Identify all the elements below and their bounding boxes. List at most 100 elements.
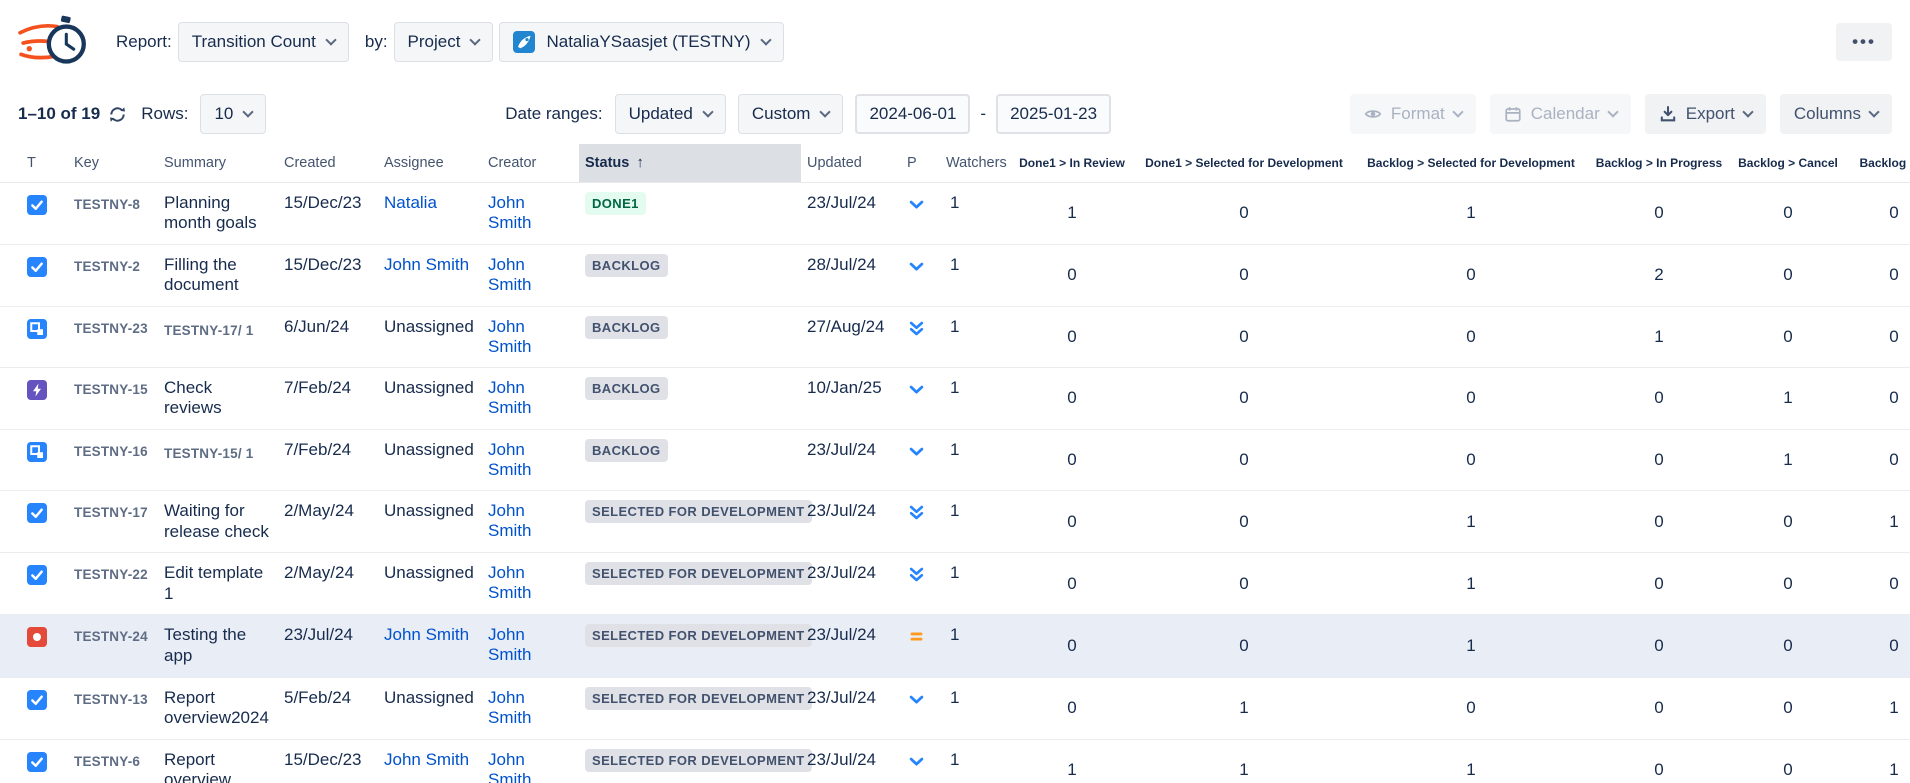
issue-key: TESTNY-23 bbox=[68, 306, 158, 367]
date-mode-value: Custom bbox=[752, 104, 811, 124]
issue-created-date: 15/Dec/23 bbox=[278, 182, 378, 244]
transition-count: 0 bbox=[1356, 677, 1586, 739]
issue-type-task-icon bbox=[27, 503, 62, 523]
refresh-button[interactable] bbox=[108, 105, 127, 124]
column-header-backlog-selected-for-development[interactable]: Backlog > Selected for Development bbox=[1356, 144, 1586, 182]
issue-key: TESTNY-24 bbox=[68, 615, 158, 677]
table-row[interactable]: TESTNY-23 TESTNY-17/ 1 6/Jun/24 Unassign… bbox=[0, 306, 1910, 367]
table-row[interactable]: TESTNY-24 Testing the app 23/Jul/24 John… bbox=[0, 615, 1910, 677]
group-by-select[interactable]: Project bbox=[394, 22, 494, 62]
date-field-select[interactable]: Updated bbox=[615, 94, 726, 134]
columns-button[interactable]: Columns bbox=[1780, 94, 1892, 134]
issue-created-date: 2/May/24 bbox=[278, 491, 378, 553]
column-header-creator[interactable]: Creator bbox=[482, 144, 579, 182]
column-header-key[interactable]: Key bbox=[68, 144, 158, 182]
chevron-down-icon bbox=[243, 106, 254, 117]
column-header-status[interactable]: Status↑ bbox=[579, 144, 801, 182]
creator-link[interactable]: John Smith bbox=[488, 750, 531, 783]
status-badge: SELECTED FOR DEVELOPMENT bbox=[585, 687, 812, 710]
creator-link[interactable]: John Smith bbox=[488, 193, 531, 232]
creator-link[interactable]: John Smith bbox=[488, 688, 531, 727]
format-button[interactable]: Format bbox=[1350, 94, 1476, 134]
creator-link[interactable]: John Smith bbox=[488, 255, 531, 294]
column-header-backlog-cancel[interactable]: Backlog > Cancel bbox=[1732, 144, 1844, 182]
column-header-backlog-c[interactable]: Backlog > C bbox=[1844, 144, 1910, 182]
project-select[interactable]: NataliaYSaasjet (TESTNY) bbox=[499, 22, 783, 62]
column-header-priority[interactable]: P bbox=[901, 144, 940, 182]
priority-low-icon bbox=[907, 380, 934, 399]
transition-count: 0 bbox=[1732, 182, 1844, 244]
assignee-link[interactable]: Unassigned bbox=[384, 688, 474, 707]
chevron-down-icon bbox=[1868, 106, 1879, 117]
date-to-input[interactable]: 2025-01-23 bbox=[996, 94, 1111, 134]
column-header-done1-in-review[interactable]: Done1 > In Review bbox=[1012, 144, 1132, 182]
column-header-updated[interactable]: Updated bbox=[801, 144, 901, 182]
assignee-link[interactable]: Unassigned bbox=[384, 563, 474, 582]
more-options-button[interactable]: ••• bbox=[1836, 23, 1892, 61]
table-row[interactable]: TESTNY-8 Planning month goals 15/Dec/23 … bbox=[0, 182, 1910, 244]
creator-link[interactable]: John Smith bbox=[488, 501, 531, 540]
priority-low-icon bbox=[907, 257, 934, 276]
creator-link[interactable]: John Smith bbox=[488, 625, 531, 664]
table-row[interactable]: TESTNY-17 Waiting for release check 2/Ma… bbox=[0, 491, 1910, 553]
status-header-label: Status bbox=[585, 155, 629, 171]
issue-key: TESTNY-8 bbox=[68, 182, 158, 244]
eye-icon bbox=[1364, 105, 1382, 123]
transition-count: 0 bbox=[1132, 491, 1356, 553]
transition-count: 1 bbox=[1356, 739, 1586, 783]
watchers-count: 1 bbox=[940, 306, 1012, 367]
issue-summary: Edit template 1 bbox=[158, 553, 278, 615]
project-select-value: NataliaYSaasjet (TESTNY) bbox=[546, 32, 750, 52]
assignee-link[interactable]: Unassigned bbox=[384, 317, 474, 336]
column-header-summary[interactable]: Summary bbox=[158, 144, 278, 182]
column-header-watchers[interactable]: Watchers bbox=[940, 144, 1012, 182]
report-type-select[interactable]: Transition Count bbox=[178, 22, 349, 62]
export-button[interactable]: Export bbox=[1645, 94, 1766, 134]
priority-medium-icon bbox=[907, 627, 934, 646]
date-mode-select[interactable]: Custom bbox=[738, 94, 844, 134]
rows-per-page-select[interactable]: 10 bbox=[200, 94, 266, 134]
transition-count: 0 bbox=[1356, 430, 1586, 491]
assignee-link[interactable]: Natalia bbox=[384, 193, 437, 212]
table-row[interactable]: TESTNY-2 Filling the document 15/Dec/23 … bbox=[0, 244, 1910, 306]
calendar-button[interactable]: Calendar bbox=[1490, 94, 1631, 134]
column-header-type[interactable]: T bbox=[0, 144, 68, 182]
transition-count: 0 bbox=[1844, 244, 1910, 306]
assignee-link[interactable]: Unassigned bbox=[384, 378, 474, 397]
creator-link[interactable]: John Smith bbox=[488, 440, 531, 479]
watchers-count: 1 bbox=[940, 677, 1012, 739]
transition-count: 0 bbox=[1844, 615, 1910, 677]
assignee-link[interactable]: Unassigned bbox=[384, 440, 474, 459]
transition-count: 1 bbox=[1356, 182, 1586, 244]
transition-count: 0 bbox=[1732, 553, 1844, 615]
issue-key: TESTNY-6 bbox=[68, 739, 158, 783]
column-header-done1-selected-for-development[interactable]: Done1 > Selected for Development bbox=[1132, 144, 1356, 182]
issue-type-subtask-icon bbox=[27, 442, 62, 462]
table-row[interactable]: TESTNY-6 Report overview 15/Dec/23 John … bbox=[0, 739, 1910, 783]
table-row[interactable]: TESTNY-13 Report overview2024 5/Feb/24 U… bbox=[0, 677, 1910, 739]
assignee-link[interactable]: John Smith bbox=[384, 255, 469, 274]
column-header-assignee[interactable]: Assignee bbox=[378, 144, 482, 182]
issue-updated-date: 28/Jul/24 bbox=[801, 244, 901, 306]
table-row[interactable]: TESTNY-22 Edit template 1 2/May/24 Unass… bbox=[0, 553, 1910, 615]
transition-count: 0 bbox=[1132, 553, 1356, 615]
assignee-link[interactable]: John Smith bbox=[384, 750, 469, 769]
assignee-link[interactable]: Unassigned bbox=[384, 501, 474, 520]
table-row[interactable]: TESTNY-16 TESTNY-15/ 1 7/Feb/24 Unassign… bbox=[0, 430, 1910, 491]
issue-type-task-icon bbox=[27, 257, 62, 277]
issue-created-date: 2/May/24 bbox=[278, 553, 378, 615]
date-to-value: 2025-01-23 bbox=[1010, 104, 1097, 124]
report-table-container: T Key Summary Created Assignee Creator S… bbox=[0, 144, 1910, 783]
creator-link[interactable]: John Smith bbox=[488, 563, 531, 602]
creator-link[interactable]: John Smith bbox=[488, 317, 531, 356]
creator-link[interactable]: John Smith bbox=[488, 378, 531, 417]
date-from-input[interactable]: 2024-06-01 bbox=[855, 94, 970, 134]
column-header-created[interactable]: Created bbox=[278, 144, 378, 182]
column-header-backlog-in-progress[interactable]: Backlog > In Progress bbox=[1586, 144, 1732, 182]
assignee-link[interactable]: John Smith bbox=[384, 625, 469, 644]
transition-count: 0 bbox=[1132, 244, 1356, 306]
table-row[interactable]: TESTNY-15 Check reviews 7/Feb/24 Unassig… bbox=[0, 367, 1910, 429]
date-separator: - bbox=[980, 104, 986, 124]
status-badge: BACKLOG bbox=[585, 377, 668, 400]
transition-count: 0 bbox=[1012, 491, 1132, 553]
